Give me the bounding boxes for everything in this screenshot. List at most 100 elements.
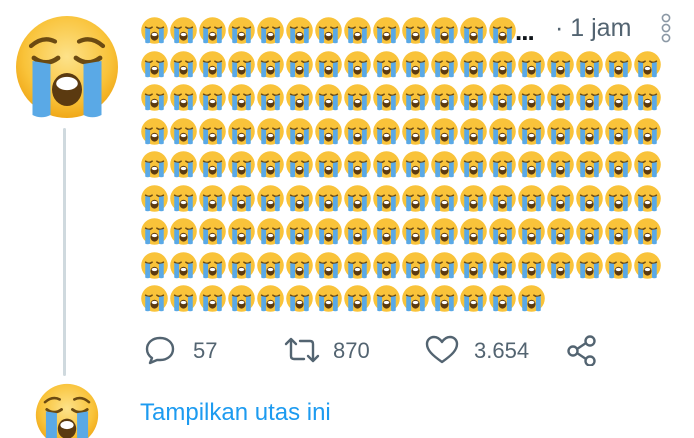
loudly-crying-face-emoji bbox=[256, 217, 285, 246]
more-options-icon[interactable] bbox=[660, 13, 672, 43]
loudly-crying-face-emoji bbox=[372, 184, 401, 213]
loudly-crying-face-emoji bbox=[343, 184, 372, 213]
loudly-crying-face-emoji bbox=[517, 50, 546, 79]
loudly-crying-face-emoji bbox=[169, 83, 198, 112]
loudly-crying-face-emoji bbox=[343, 83, 372, 112]
loudly-crying-face-emoji bbox=[604, 50, 633, 79]
loudly-crying-face-emoji bbox=[517, 150, 546, 179]
loudly-crying-face-emoji bbox=[169, 50, 198, 79]
loudly-crying-face-emoji bbox=[517, 217, 546, 246]
loudly-crying-face-emoji bbox=[488, 251, 517, 280]
loudly-crying-face-emoji bbox=[517, 117, 546, 146]
loudly-crying-face-emoji bbox=[343, 251, 372, 280]
loudly-crying-face-emoji bbox=[227, 50, 256, 79]
loudly-crying-face-emoji bbox=[633, 251, 662, 280]
loudly-crying-face-emoji bbox=[169, 150, 198, 179]
loudly-crying-face-emoji bbox=[169, 284, 198, 313]
loudly-crying-face-emoji bbox=[314, 83, 343, 112]
show-thread-link[interactable]: Tampilkan utas ini bbox=[140, 399, 331, 427]
tweet-action-bar: 57 870 3.654 bbox=[0, 328, 694, 372]
loudly-crying-face-emoji bbox=[314, 251, 343, 280]
loudly-crying-face-emoji bbox=[227, 284, 256, 313]
loudly-crying-face-emoji bbox=[140, 150, 169, 179]
loudly-crying-face-emoji bbox=[256, 251, 285, 280]
loudly-crying-face-emoji bbox=[169, 117, 198, 146]
tweet-text bbox=[140, 14, 668, 316]
loudly-crying-face-emoji bbox=[546, 251, 575, 280]
loudly-crying-face-emoji bbox=[256, 150, 285, 179]
loudly-crying-face-emoji bbox=[401, 184, 430, 213]
loudly-crying-face-emoji bbox=[198, 50, 227, 79]
loudly-crying-face-emoji bbox=[459, 16, 488, 45]
loudly-crying-face-emoji bbox=[372, 284, 401, 313]
loudly-crying-face-emoji bbox=[285, 16, 314, 45]
loudly-crying-face-emoji bbox=[314, 184, 343, 213]
retweet-icon[interactable] bbox=[282, 334, 322, 366]
emoji-row bbox=[140, 182, 668, 216]
loudly-crying-face-emoji bbox=[140, 251, 169, 280]
loudly-crying-face-emoji bbox=[169, 217, 198, 246]
share-icon[interactable] bbox=[565, 334, 599, 366]
loudly-crying-face-emoji bbox=[546, 117, 575, 146]
emoji-row bbox=[140, 48, 668, 82]
loudly-crying-face-emoji bbox=[198, 16, 227, 45]
tweet-timestamp[interactable]: · 1 jam bbox=[555, 14, 631, 43]
loudly-crying-face-emoji bbox=[430, 217, 459, 246]
loudly-crying-face-emoji bbox=[546, 217, 575, 246]
loudly-crying-face-emoji bbox=[198, 184, 227, 213]
loudly-crying-face-emoji bbox=[198, 251, 227, 280]
loudly-crying-face-emoji bbox=[169, 184, 198, 213]
loudly-crying-face-emoji bbox=[314, 117, 343, 146]
loudly-crying-face-emoji bbox=[604, 117, 633, 146]
loudly-crying-face-emoji bbox=[198, 150, 227, 179]
loudly-crying-face-emoji bbox=[459, 184, 488, 213]
avatar[interactable] bbox=[34, 382, 100, 438]
loudly-crying-face-emoji bbox=[227, 251, 256, 280]
truncation-ellipsis: ... bbox=[515, 16, 535, 46]
loudly-crying-face-emoji bbox=[604, 184, 633, 213]
loudly-crying-face-emoji bbox=[285, 251, 314, 280]
loudly-crying-face-emoji bbox=[169, 16, 198, 45]
reply-icon[interactable] bbox=[143, 334, 177, 366]
loudly-crying-face-emoji bbox=[575, 117, 604, 146]
loudly-crying-face-emoji bbox=[227, 217, 256, 246]
loudly-crying-face-emoji bbox=[256, 83, 285, 112]
loudly-crying-face-emoji bbox=[343, 217, 372, 246]
loudly-crying-face-emoji bbox=[227, 16, 256, 45]
loudly-crying-face-emoji bbox=[140, 284, 169, 313]
loudly-crying-face-emoji bbox=[256, 284, 285, 313]
loudly-crying-face-emoji bbox=[459, 50, 488, 79]
loudly-crying-face-emoji bbox=[546, 83, 575, 112]
loudly-crying-face-emoji bbox=[372, 117, 401, 146]
like-icon[interactable] bbox=[424, 334, 460, 366]
loudly-crying-face-emoji bbox=[633, 117, 662, 146]
loudly-crying-face-emoji bbox=[430, 117, 459, 146]
loudly-crying-face-emoji bbox=[314, 217, 343, 246]
loudly-crying-face-emoji bbox=[575, 50, 604, 79]
avatar[interactable] bbox=[13, 13, 121, 121]
loudly-crying-face-emoji bbox=[140, 184, 169, 213]
loudly-crying-face-emoji bbox=[488, 184, 517, 213]
loudly-crying-face-emoji bbox=[488, 284, 517, 313]
loudly-crying-face-emoji bbox=[227, 184, 256, 213]
emoji-row bbox=[140, 249, 668, 283]
emoji-row bbox=[140, 81, 668, 115]
loudly-crying-face-emoji bbox=[343, 150, 372, 179]
loudly-crying-face-emoji bbox=[546, 184, 575, 213]
loudly-crying-face-emoji bbox=[314, 16, 343, 45]
loudly-crying-face-emoji bbox=[633, 50, 662, 79]
loudly-crying-face-emoji bbox=[256, 50, 285, 79]
loudly-crying-face-emoji bbox=[256, 16, 285, 45]
loudly-crying-face-emoji bbox=[430, 16, 459, 45]
loudly-crying-face-emoji bbox=[227, 83, 256, 112]
emoji-row bbox=[140, 282, 668, 316]
loudly-crying-face-emoji bbox=[517, 83, 546, 112]
loudly-crying-face-emoji bbox=[372, 251, 401, 280]
loudly-crying-face-emoji bbox=[285, 217, 314, 246]
loudly-crying-face-emoji bbox=[633, 184, 662, 213]
loudly-crying-face-emoji bbox=[575, 83, 604, 112]
loudly-crying-face-emoji bbox=[488, 16, 517, 45]
loudly-crying-face-emoji bbox=[285, 184, 314, 213]
loudly-crying-face-emoji bbox=[633, 150, 662, 179]
loudly-crying-face-emoji bbox=[140, 117, 169, 146]
